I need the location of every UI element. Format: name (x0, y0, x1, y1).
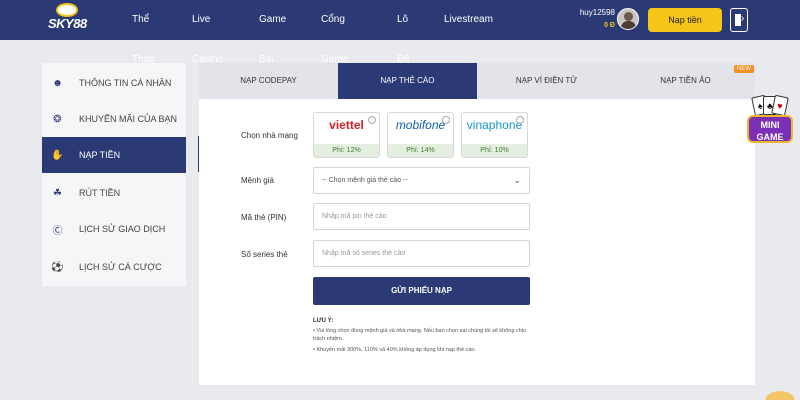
pin-input[interactable]: Nhập mã pin thẻ cào (313, 203, 530, 230)
carrier-mobifone[interactable]: mobifone Phí: 14% (387, 112, 454, 158)
sidebar-item-label: KHUYẾN MÃI CỦA BẠN (79, 114, 178, 124)
logo-text: SKY88 (48, 16, 87, 31)
pin-label: Mã thẻ (PIN) (241, 213, 287, 222)
carrier-vinaphone[interactable]: vinaphone Phí: 10% (461, 112, 528, 158)
arrow-right-icon: › (741, 13, 745, 24)
nav-live-casino[interactable]: Live Casino (192, 0, 223, 65)
nav-cong-game[interactable]: Cổng Game⌄ (321, 0, 348, 105)
card-icon: ♥ (771, 94, 789, 117)
logo-ball-icon (56, 3, 78, 17)
sidebar-item-promotions[interactable]: ❂ KHUYẾN MÃI CỦA BẠN (42, 101, 186, 137)
carrier-fee: Phí: 10% (462, 144, 527, 157)
avatar-body (621, 21, 636, 29)
sidebar-item-profile[interactable]: ☻ THÔNG TIN CÁ NHÂN (42, 65, 186, 101)
avatar-head (624, 12, 633, 21)
nav-cong-game-label: Cổng Game (321, 14, 349, 65)
username: huy12598 (579, 8, 615, 17)
tab-codepay[interactable]: NẠP CODEPAY (199, 63, 338, 99)
note-item: • Khuyến mãi 300%, 110% và 40% không áp … (313, 347, 476, 353)
account-sidebar: ☻ THÔNG TIN CÁ NHÂN ❂ KHUYẾN MÃI CỦA BẠN… (42, 63, 186, 286)
sidebar-item-bet-history[interactable]: ⚽ LỊCH SỬ CÁ CƯỢC (42, 249, 186, 285)
logout-button[interactable]: › (730, 8, 748, 32)
transaction-history-icon: Ⓒ (52, 225, 63, 237)
radio-button[interactable] (442, 116, 450, 124)
sidebar-item-deposit[interactable]: ✋ NẠP TIỀN (42, 137, 186, 173)
carrier-label: Chọn nhà mạng (241, 131, 298, 140)
balance: 0 Đ (604, 22, 615, 29)
tab-e-wallet[interactable]: NẠP VÍ ĐIỆN TỬ (477, 63, 616, 99)
carrier-viettel[interactable]: viettel Phí: 12% (313, 112, 380, 158)
new-badge: NEW (734, 65, 754, 73)
submit-button[interactable]: GỬI PHIẾU NẠP (313, 277, 530, 305)
sidebar-item-label: THÔNG TIN CÁ NHÂN (79, 78, 172, 88)
nav-lo-de[interactable]: Lô Đề (397, 0, 410, 65)
sidebar-item-label: NẠP TIỀN (79, 150, 121, 160)
sidebar-item-label: LỊCH SỬ GIAO DỊCH (79, 224, 166, 234)
floating-widget[interactable] (765, 391, 795, 400)
radio-button[interactable] (516, 116, 524, 124)
mini-game-label: MINI GAME (747, 115, 793, 143)
denomination-value: -- Chọn mệnh giá thẻ cào -- (322, 177, 408, 184)
nav-game-bai[interactable]: Game Bài (259, 0, 286, 65)
top-header: SKY88 Thể Thao Live Casino Game Bài Cổng… (0, 0, 800, 105)
sidebar-item-label: RÚT TIỀN (79, 188, 121, 198)
withdraw-icon: ☘ (53, 187, 62, 199)
note-title: LƯU Ý: (313, 318, 334, 324)
deposit-icon: ✋ (51, 149, 64, 161)
denomination-label: Mệnh giá (241, 176, 274, 185)
chevron-down-icon: ⌄ (513, 175, 521, 185)
user-icon: ☻ (52, 77, 63, 89)
avatar[interactable] (617, 8, 639, 30)
note-item: • Vui lòng chọn đúng mệnh giá và nhà mạn… (313, 328, 527, 342)
serial-label: Số series thẻ (241, 250, 288, 259)
sidebar-item-transaction-history[interactable]: Ⓒ LỊCH SỬ GIAO DỊCH (42, 211, 186, 247)
serial-input[interactable]: Nhập mã số series thẻ cào (313, 240, 530, 267)
soccer-ball-icon: ⚽ (51, 261, 64, 273)
gift-icon: ❂ (53, 113, 62, 125)
carrier-fee: Phí: 12% (314, 144, 379, 157)
sidebar-item-withdraw[interactable]: ☘ RÚT TIỀN (42, 175, 186, 211)
nav-the-thao[interactable]: Thể Thao (132, 0, 155, 65)
radio-button[interactable] (368, 116, 376, 124)
deposit-button[interactable]: Nạp tiền (648, 8, 722, 32)
sky88-logo[interactable]: SKY88 (46, 2, 94, 38)
carrier-fee: Phí: 14% (388, 144, 453, 157)
mini-game-launcher[interactable]: ♠ ♣ ♥ MINI GAME (747, 94, 793, 146)
user-info: huy12598 0 Đ (575, 8, 615, 29)
mini-game-line2: GAME (756, 132, 784, 142)
denomination-select[interactable]: -- Chọn mệnh giá thẻ cào -- ⌄ (313, 167, 530, 194)
mini-game-line1: MINI (760, 120, 780, 130)
sidebar-item-label: LỊCH SỬ CÁ CƯỢC (79, 262, 162, 272)
tab-bar: NẠP CODEPAY NẠP THẺ CÀO NẠP VÍ ĐIỆN TỬ N… (199, 63, 755, 99)
nav-livestream[interactable]: Livestream (444, 0, 493, 40)
tab-scratch-card[interactable]: NẠP THẺ CÀO (338, 63, 477, 99)
